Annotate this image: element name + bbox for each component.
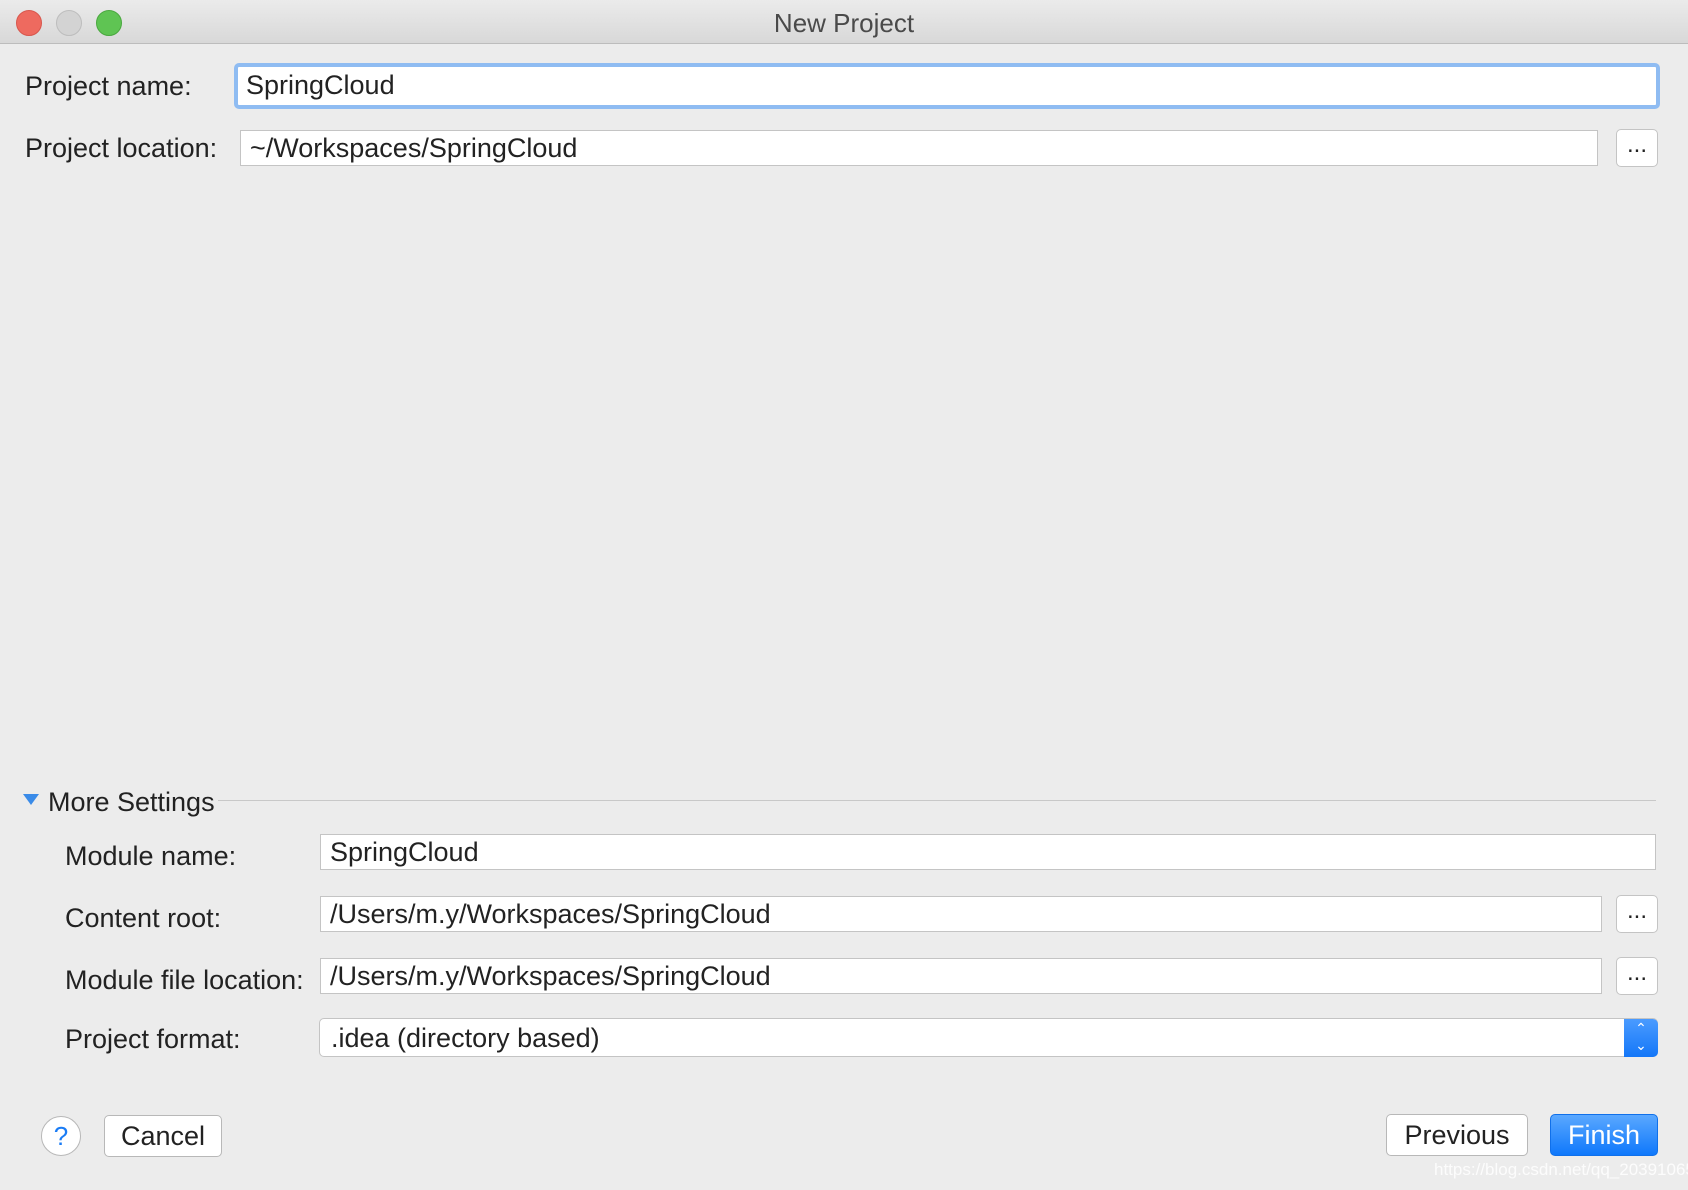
help-button[interactable]: ?	[41, 1116, 81, 1156]
project-format-label: Project format:	[65, 1024, 241, 1054]
section-divider	[218, 800, 1656, 801]
finish-button[interactable]: Finish	[1550, 1114, 1658, 1156]
module-name-label: Module name:	[65, 841, 237, 871]
module-file-location-input[interactable]: /Users/m.y/Workspaces/SpringCloud	[320, 958, 1602, 994]
module-name-input[interactable]: SpringCloud	[320, 834, 1656, 870]
content-root-input[interactable]: /Users/m.y/Workspaces/SpringCloud	[320, 896, 1602, 932]
module-file-location-label: Module file location:	[65, 965, 304, 995]
window-title: New Project	[773, 8, 915, 38]
browse-location-button[interactable]: ...	[1616, 129, 1658, 167]
browse-module-file-button[interactable]: ...	[1616, 957, 1658, 995]
project-location-label: Project location:	[25, 133, 218, 163]
content-root-label: Content root:	[65, 903, 222, 933]
watermark: https://blog.csdn.net/qq_20391065	[1434, 1160, 1688, 1179]
project-format-select[interactable]: .idea (directory based)	[319, 1018, 1658, 1057]
previous-button[interactable]: Previous	[1386, 1114, 1528, 1156]
project-name-label: Project name:	[25, 71, 192, 101]
select-stepper-icon[interactable]: ⌃ ⌄	[1624, 1019, 1658, 1057]
expand-triangle-icon[interactable]	[23, 794, 39, 805]
more-settings-toggle[interactable]: More Settings	[48, 787, 215, 818]
cancel-button[interactable]: Cancel	[104, 1115, 222, 1157]
project-location-input[interactable]: ~/Workspaces/SpringCloud	[240, 130, 1598, 166]
project-name-input[interactable]: SpringCloud	[234, 63, 1660, 109]
browse-content-root-button[interactable]: ...	[1616, 895, 1658, 933]
